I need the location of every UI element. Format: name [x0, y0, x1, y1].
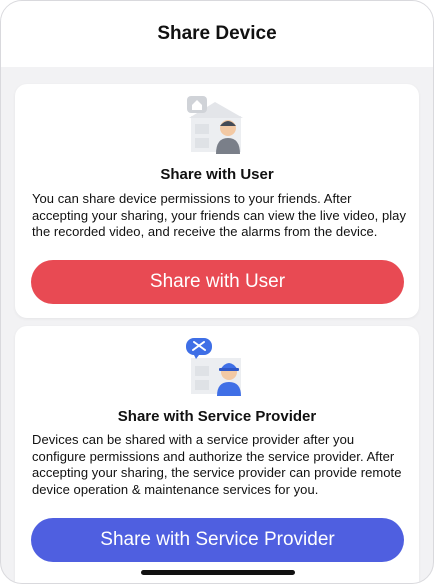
share-with-service-provider-title: Share with Service Provider: [117, 408, 317, 425]
home-indicator: [141, 570, 295, 575]
share-with-user-card: Share with User You can share device per…: [15, 84, 419, 318]
page-title: Share Device: [157, 23, 277, 44]
header: Share Device: [1, 1, 433, 67]
share-with-service-provider-button[interactable]: Share with Service Provider: [31, 518, 404, 562]
share-with-user-button[interactable]: Share with User: [31, 260, 404, 304]
service-provider-illustration-icon: [186, 338, 241, 396]
share-with-service-provider-card: Share with Service Provider Devices can …: [15, 326, 419, 583]
user-house-illustration-icon: [187, 96, 243, 154]
share-device-screen: Share Device Share with User You can sha…: [0, 0, 434, 584]
share-with-user-description: You can share device permissions to your…: [32, 191, 406, 239]
share-with-user-title: Share with User: [160, 166, 274, 183]
share-with-service-provider-description: Devices can be shared with a service pro…: [32, 432, 402, 497]
